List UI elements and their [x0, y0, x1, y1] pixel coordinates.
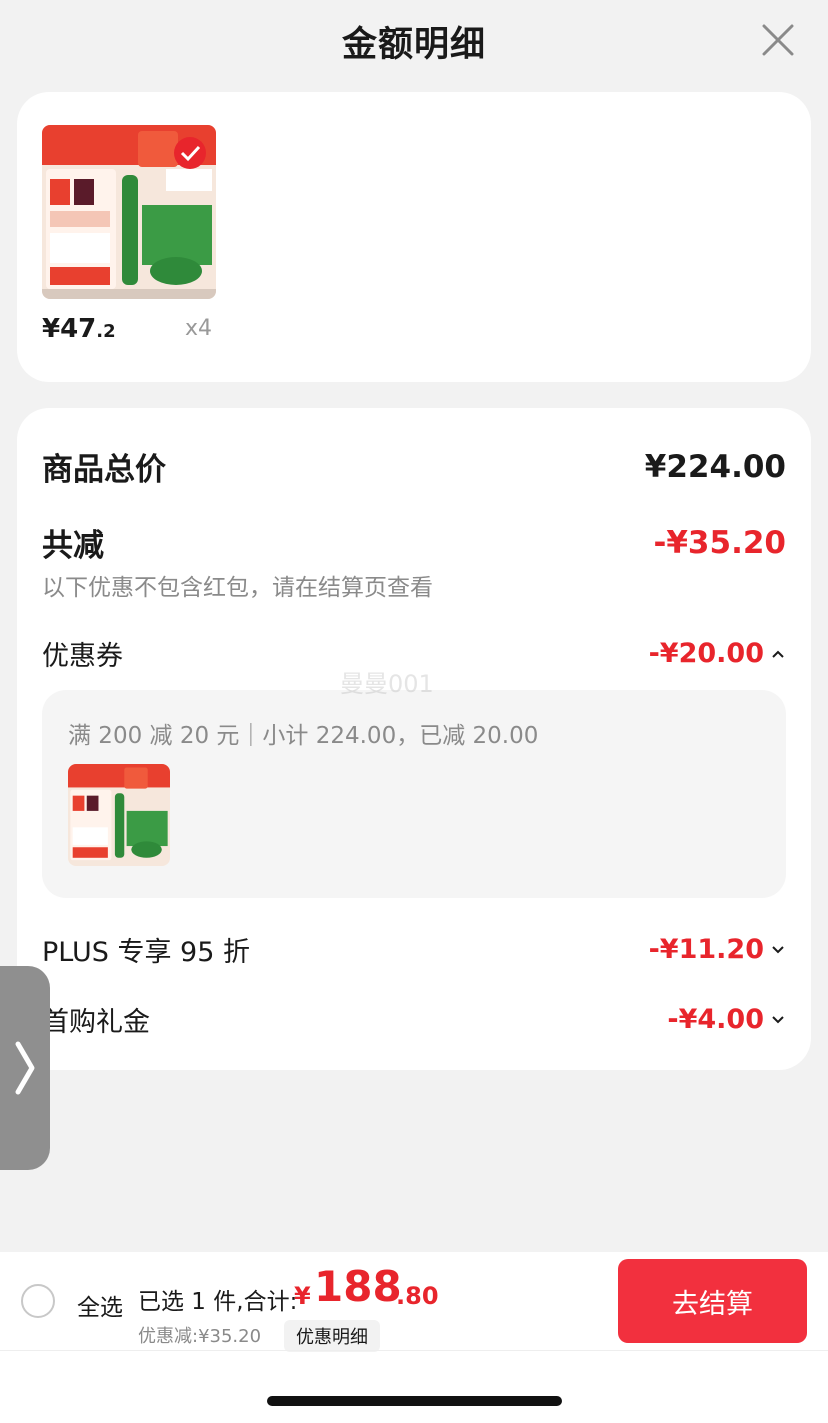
checkout-button[interactable]: 去结算: [618, 1259, 807, 1343]
first-gift-row[interactable]: 首购礼金 -¥4.00: [42, 1000, 786, 1039]
product-card: ¥47.2 x4: [17, 92, 811, 382]
coupon-amount: -¥20.00: [649, 638, 786, 669]
first-gift-value: -¥4.00: [667, 1004, 764, 1035]
total-reduce-value: -¥35.20: [653, 524, 787, 561]
plus-discount-label: PLUS 专享 95 折: [42, 937, 250, 968]
total-price-label: 商品总价: [42, 452, 166, 488]
redpacket-hint: 以下优惠不包含红包，请在结算页查看: [42, 575, 433, 601]
page-title: 金额明细: [341, 24, 486, 65]
plus-discount-amount: -¥11.20: [649, 934, 786, 965]
coupon-value: -¥20.00: [648, 638, 764, 669]
chevron-right-icon: [15, 1041, 35, 1095]
chevron-up-icon: [772, 650, 784, 658]
home-indicator: [267, 1396, 562, 1406]
divider: [0, 1350, 828, 1351]
total-currency: ¥: [294, 1282, 311, 1310]
discount-detail-button[interactable]: 优惠明细: [284, 1320, 380, 1352]
header: 金额明细: [0, 0, 828, 82]
close-button[interactable]: [758, 20, 798, 60]
total-price-value: ¥224.00: [644, 448, 786, 485]
total-reduce-label: 共减: [42, 528, 104, 564]
coupon-product-image: [68, 764, 170, 866]
close-icon: [762, 24, 794, 56]
total-reduce-row: 共减 -¥35.20: [42, 520, 786, 565]
chevron-down-icon: [772, 945, 784, 953]
amount-detail-card: 商品总价 ¥224.00 共减 -¥35.20 以下优惠不包含红包，请在结算页查…: [17, 408, 811, 1070]
total-amount-dec: .80: [396, 1282, 439, 1310]
product-quantity: x4: [185, 316, 213, 341]
coupon-label: 优惠券: [42, 641, 123, 672]
coupon-detail-box: 满 200 减 20 元｜小计 224.00，已减 20.00: [42, 690, 786, 898]
watermark: 曼曼001: [340, 670, 434, 698]
plus-discount-row[interactable]: PLUS 专享 95 折 -¥11.20: [42, 930, 786, 969]
chevron-down-icon: [772, 1015, 784, 1023]
selected-summary: 已选 1 件,合计:: [138, 1289, 298, 1315]
first-gift-amount: -¥4.00: [667, 1004, 786, 1035]
discount-summary: 优惠减:¥35.20: [138, 1326, 262, 1347]
select-all-label[interactable]: 全选: [77, 1288, 123, 1322]
bottom-bar: 全选 已选 1 件,合计: ¥ 188 .80 优惠减:¥35.20 优惠明细 …: [0, 1252, 828, 1423]
plus-discount-value: -¥11.20: [648, 934, 764, 965]
first-gift-label: 首购礼金: [42, 1007, 150, 1038]
product-price-int: ¥47: [42, 314, 97, 344]
side-drawer-handle[interactable]: [0, 966, 50, 1170]
total-amount-int: 188: [314, 1262, 402, 1311]
total-price-row: 商品总价 ¥224.00: [42, 444, 786, 489]
product-price-dec: .2: [96, 321, 116, 342]
product-price: ¥47.2: [42, 314, 116, 344]
select-all-radio[interactable]: [21, 1284, 55, 1318]
coupon-detail-text: 满 200 减 20 元｜小计 224.00，已减 20.00: [68, 723, 539, 749]
product-image[interactable]: [42, 125, 216, 299]
